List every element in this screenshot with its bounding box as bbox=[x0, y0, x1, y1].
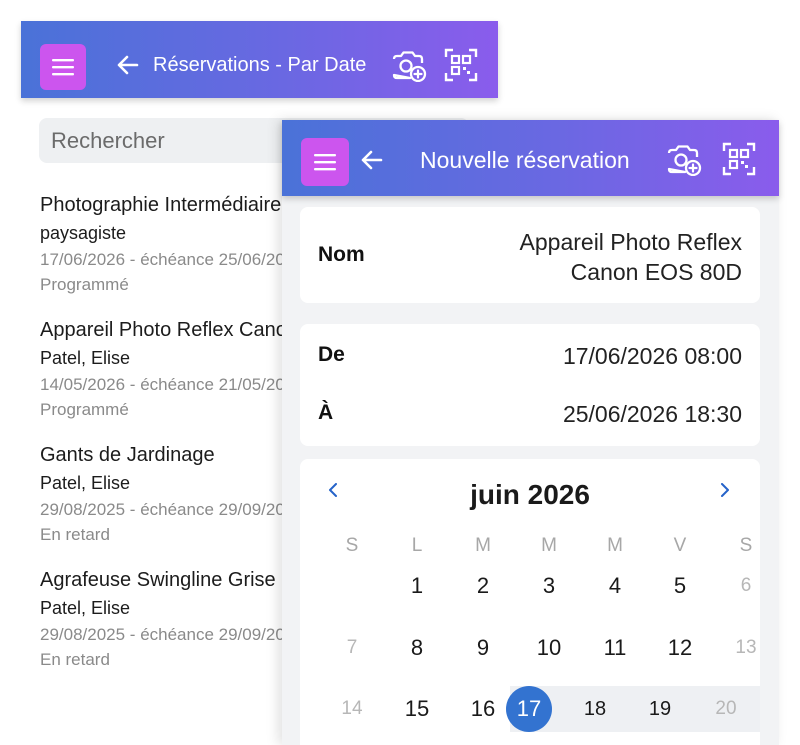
end-date-label: À bbox=[318, 401, 334, 424]
calendar-day[interactable]: 10 bbox=[529, 625, 569, 671]
calendar-day[interactable]: 1 bbox=[397, 563, 437, 609]
qr-scan-icon bbox=[722, 142, 756, 176]
list-item[interactable]: Appareil Photo Reflex Canon EOS 80D Pate… bbox=[40, 317, 300, 422]
item-dates: 14/05/2026 - échéance 21/05/2026 bbox=[40, 375, 300, 394]
calendar-day-selected[interactable]: 17 bbox=[509, 686, 549, 732]
end-date-row[interactable]: À 25/06/2026 18:30 bbox=[318, 401, 742, 431]
item-name-card[interactable]: Nom Appareil Photo Reflex Canon EOS 80D bbox=[300, 207, 760, 303]
calendar-day[interactable]: 20 bbox=[706, 686, 746, 732]
calendar-day[interactable]: 9 bbox=[463, 625, 503, 671]
weekday-label: M bbox=[541, 535, 557, 556]
calendar-day[interactable]: 12 bbox=[660, 625, 700, 671]
item-dates: 29/08/2025 - échéance 29/09/2025 bbox=[40, 625, 300, 644]
list-item[interactable]: Gants de Jardinage Patel, Elise 29/08/20… bbox=[40, 442, 300, 547]
calendar-day[interactable]: 2 bbox=[463, 563, 503, 609]
calendar-day[interactable]: 15 bbox=[397, 686, 437, 732]
item-subtitle: paysagiste bbox=[40, 223, 127, 243]
item-title: Photographie Intermédiaire bbox=[40, 194, 282, 216]
start-date-label: De bbox=[318, 343, 345, 366]
weekday-label: V bbox=[673, 535, 687, 556]
calendar-day[interactable]: 8 bbox=[397, 625, 437, 671]
name-value-line: Canon EOS 80D bbox=[570, 259, 742, 285]
weekday-label: M bbox=[475, 535, 491, 556]
back-arrow-icon bbox=[361, 149, 383, 171]
item-status: En retard bbox=[40, 525, 110, 544]
name-value-line: Appareil Photo Reflex bbox=[519, 229, 742, 255]
camera-add-button[interactable] bbox=[391, 48, 427, 82]
item-dates: 17/06/2026 - échéance 25/06/2026 bbox=[40, 250, 300, 269]
back-button[interactable] bbox=[117, 54, 139, 76]
item-status: Programmé bbox=[40, 275, 129, 294]
page-title: Réservations - Par Date bbox=[153, 54, 367, 76]
list-item[interactable]: Photographie Intermédiaire paysagiste 17… bbox=[40, 192, 300, 297]
calendar-day[interactable]: 16 bbox=[463, 686, 503, 732]
camera-add-icon bbox=[391, 48, 427, 82]
menu-button[interactable] bbox=[301, 138, 349, 186]
start-date-row[interactable]: De 17/06/2026 08:00 bbox=[318, 343, 742, 373]
calendar-day[interactable]: 3 bbox=[529, 563, 569, 609]
calendar-day[interactable]: 7 bbox=[332, 625, 372, 671]
qr-scan-icon bbox=[444, 48, 478, 82]
back-arrow-icon bbox=[117, 54, 139, 76]
calendar-month-title: juin 2026 bbox=[470, 479, 590, 510]
item-subtitle: Patel, Elise bbox=[40, 348, 131, 368]
menu-icon bbox=[52, 58, 74, 76]
menu-button[interactable] bbox=[40, 44, 86, 90]
back-button[interactable] bbox=[361, 149, 383, 171]
item-title: Appareil Photo Reflex Canon EOS 80D bbox=[40, 319, 300, 341]
menu-icon bbox=[314, 153, 336, 171]
qr-scan-button[interactable] bbox=[444, 48, 478, 82]
camera-add-icon bbox=[666, 142, 702, 176]
item-title: Agrafeuse Swingline Grise bbox=[40, 569, 276, 591]
calendar-day[interactable]: 11 bbox=[595, 625, 635, 671]
item-subtitle: Patel, Elise bbox=[40, 598, 131, 618]
app-bar: Nouvelle réservation bbox=[282, 120, 779, 196]
camera-add-button[interactable] bbox=[666, 142, 702, 176]
weekday-label: M bbox=[607, 535, 623, 556]
weekday-label: S bbox=[739, 535, 753, 556]
dates-card: De 17/06/2026 08:00 À 25/06/2026 18:30 bbox=[300, 324, 760, 446]
new-reservation-screen: Nouvelle réservation Nom Appareil Photo … bbox=[282, 120, 779, 745]
app-bar: Réservations - Par Date bbox=[21, 21, 498, 98]
name-value: Appareil Photo Reflex Canon EOS 80D bbox=[442, 227, 742, 287]
list-item[interactable]: Agrafeuse Swingline Grise Patel, Elise 2… bbox=[40, 567, 300, 672]
calendar-day[interactable]: 5 bbox=[660, 563, 700, 609]
weekday-label: S bbox=[345, 535, 359, 556]
end-date-value: 25/06/2026 18:30 bbox=[562, 401, 742, 427]
next-month-button[interactable] bbox=[720, 481, 730, 502]
calendar-day[interactable]: 19 bbox=[640, 686, 680, 732]
calendar: juin 2026 S L M M M V S 1 2 3 4 5 6 7 8 … bbox=[300, 459, 760, 745]
item-dates: 29/08/2025 - échéance 29/09/2025 bbox=[40, 500, 300, 519]
calendar-day[interactable]: 6 bbox=[726, 563, 760, 609]
calendar-day[interactable]: 13 bbox=[726, 625, 760, 671]
weekday-label: L bbox=[411, 535, 423, 556]
item-subtitle: Patel, Elise bbox=[40, 473, 131, 493]
item-title: Gants de Jardinage bbox=[40, 444, 215, 466]
calendar-day[interactable]: 4 bbox=[595, 563, 635, 609]
calendar-day[interactable]: 18 bbox=[575, 686, 615, 732]
qr-scan-button[interactable] bbox=[722, 142, 756, 176]
item-status: En retard bbox=[40, 650, 110, 669]
calendar-day[interactable]: 14 bbox=[332, 686, 372, 732]
page-title: Nouvelle réservation bbox=[420, 147, 630, 173]
chevron-right-icon bbox=[720, 481, 730, 501]
start-date-value: 17/06/2026 08:00 bbox=[562, 343, 742, 369]
name-label: Nom bbox=[318, 243, 365, 266]
item-status: Programmé bbox=[40, 400, 129, 419]
